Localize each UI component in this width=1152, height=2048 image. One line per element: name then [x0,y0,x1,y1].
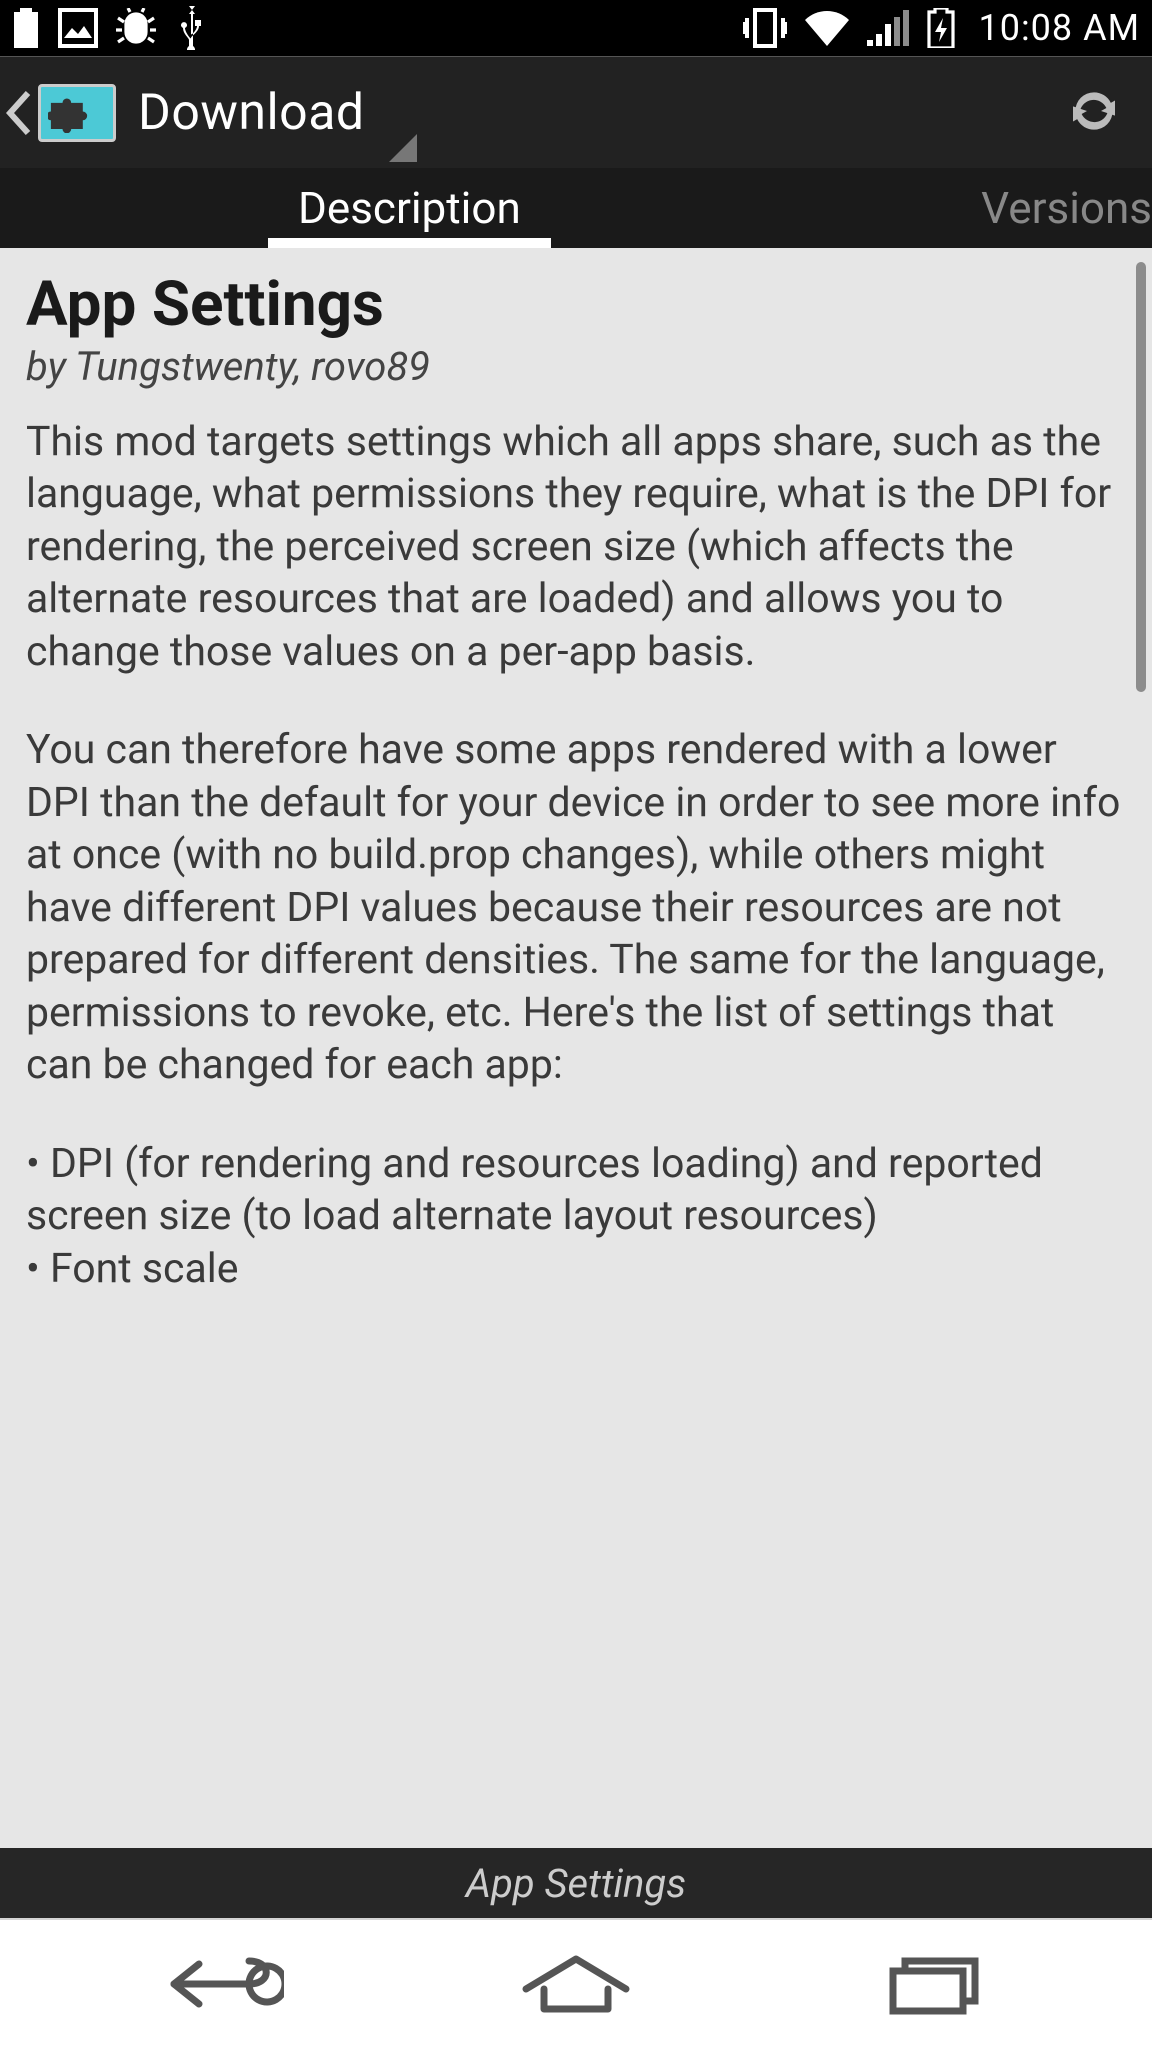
action-bar-title[interactable]: Download [138,84,365,142]
back-icon [154,1949,284,2019]
module-title: App Settings [26,268,1126,341]
status-bar: 10:08 AM [0,0,1152,56]
recents-icon [873,1949,993,2019]
xposed-app-icon [38,84,116,142]
wifi-icon [805,10,849,46]
description-paragraph: • DPI (for rendering and resources loadi… [26,1138,1126,1295]
nav-back-button[interactable] [119,1934,319,2034]
bottom-context-bar: App Settings [0,1848,1152,1918]
battery-icon [12,8,40,48]
nav-home-button[interactable] [476,1934,676,2034]
refresh-icon [1066,83,1122,139]
description-paragraph: You can therefore have some apps rendere… [26,724,1126,1091]
vibrate-icon [743,8,787,48]
bottom-context-label: App Settings [466,1860,686,1907]
usb-icon [174,6,204,50]
tab-versions[interactable]: Versions [961,168,1152,248]
description-scroll[interactable]: App Settings by Tungstwenty, rovo89 This… [0,248,1152,1848]
scrollbar-thumb[interactable] [1136,262,1146,692]
gallery-icon [58,8,98,48]
tab-bar: Description Versions [0,168,1152,248]
status-clock: 10:08 AM [979,7,1141,49]
tab-description[interactable]: Description [268,168,551,248]
refresh-button[interactable] [1066,83,1132,143]
chevron-left-icon [6,91,32,135]
content-area: App Settings by Tungstwenty, rovo89 This… [0,248,1152,1848]
home-icon [516,1949,636,2019]
navigate-up-button[interactable] [0,57,138,168]
cellular-signal-icon [867,10,909,46]
spinner-indicator-icon[interactable] [389,134,417,162]
nav-recents-button[interactable] [833,1934,1033,2034]
description-paragraph: This mod targets settings which all apps… [26,416,1126,678]
navigation-bar [0,1918,1152,2048]
adb-bug-icon [116,8,156,48]
action-bar: Download [0,56,1152,168]
battery-charging-icon [927,8,955,48]
module-author: by Tungstwenty, rovo89 [26,343,1126,390]
